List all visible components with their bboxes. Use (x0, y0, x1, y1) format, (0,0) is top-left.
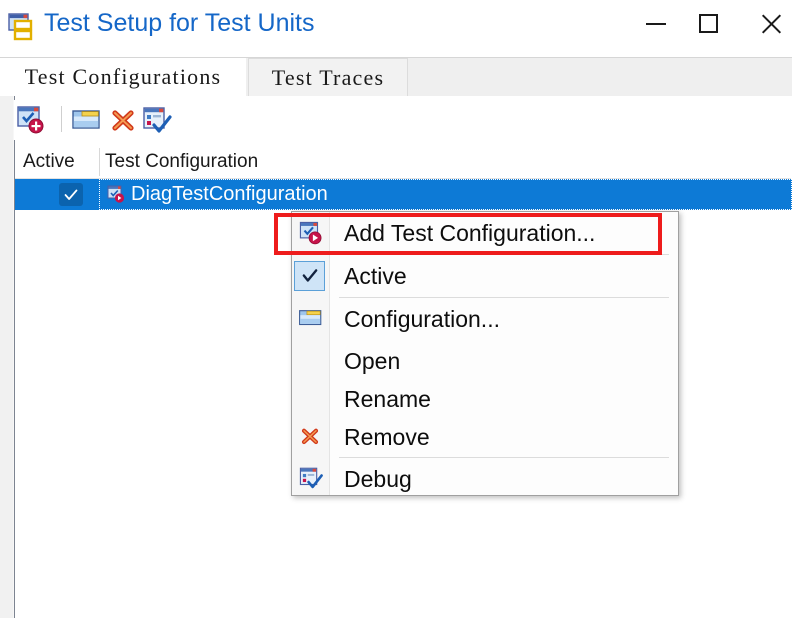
menu-item-open[interactable]: Open (292, 340, 678, 382)
red-x-icon (112, 110, 134, 131)
tab-strip: Test Configurations Test Traces (0, 57, 792, 98)
toolbar-debug-button[interactable] (141, 104, 173, 136)
checkmark-icon (64, 189, 78, 200)
tab-label: Test Traces (271, 64, 385, 90)
title-bar: Test Setup for Test Units (0, 0, 792, 57)
toolbar (14, 100, 792, 140)
menu-item-remove[interactable]: Remove (292, 416, 678, 458)
checkmark-icon (302, 269, 317, 282)
debug-check-icon (298, 465, 324, 491)
row-name-label: DiagTestConfiguration (131, 183, 328, 205)
maximize-icon (698, 14, 718, 33)
menu-item-checked-box (294, 261, 325, 291)
toolbar-configuration-button[interactable] (71, 104, 103, 136)
toolbar-add-test-configuration-button[interactable] (15, 104, 47, 136)
add-config-icon (298, 220, 324, 246)
close-icon (760, 13, 782, 35)
menu-item-configuration[interactable]: Configuration... (292, 298, 678, 340)
menu-item-active[interactable]: Active (292, 255, 678, 297)
close-button[interactable] (748, 0, 792, 47)
toolbar-remove-button[interactable] (107, 104, 139, 136)
folder-icon (298, 305, 324, 331)
menu-item-rename[interactable]: Rename (292, 378, 678, 420)
maximize-button[interactable] (685, 0, 731, 47)
minimize-icon (646, 22, 666, 25)
menu-item-label: Debug (344, 465, 412, 492)
menu-item-label: Remove (344, 423, 430, 450)
column-divider[interactable] (99, 148, 100, 176)
config-item-icon (107, 185, 126, 204)
toolbar-separator (61, 106, 62, 132)
table-row[interactable]: DiagTestConfiguration (15, 179, 792, 210)
menu-item-label: Configuration... (344, 305, 500, 332)
test-units-icon (8, 12, 38, 42)
add-config-icon (17, 106, 44, 134)
minimize-button[interactable] (633, 0, 679, 47)
menu-item-label: Active (344, 262, 407, 289)
context-menu: Add Test Configuration... Active Configu… (291, 211, 679, 496)
left-gutter (0, 96, 13, 618)
tab-test-traces[interactable]: Test Traces (248, 58, 408, 97)
menu-item-label: Rename (344, 385, 431, 412)
tab-test-configurations[interactable]: Test Configurations (0, 58, 246, 97)
tab-label: Test Configurations (24, 64, 222, 89)
column-header-test-configuration[interactable]: Test Configuration (105, 146, 258, 178)
debug-check-icon (143, 107, 172, 133)
window-title: Test Setup for Test Units (44, 9, 315, 37)
menu-item-debug[interactable]: Debug (292, 458, 678, 500)
folder-icon (72, 110, 100, 129)
red-x-icon (298, 424, 324, 450)
row-active-checkbox[interactable] (59, 183, 83, 206)
list-header: Active Test Configuration (15, 146, 791, 179)
menu-item-add-test-configuration[interactable]: Add Test Configuration... (292, 212, 678, 254)
menu-item-label: Open (344, 347, 401, 374)
column-header-active[interactable]: Active (23, 146, 103, 178)
menu-item-label: Add Test Configuration... (344, 219, 596, 246)
